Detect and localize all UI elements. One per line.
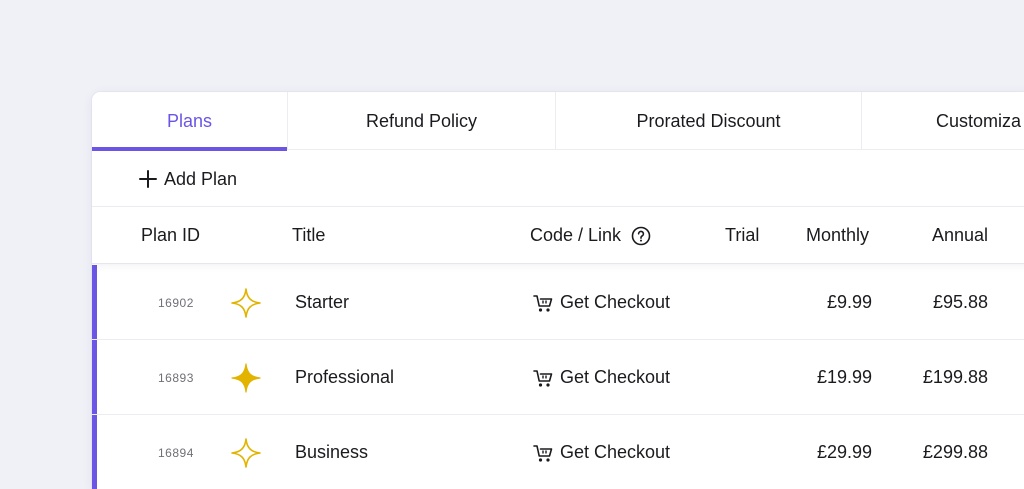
column-header-annual[interactable]: Annual <box>932 207 988 264</box>
plan-title: Business <box>295 442 369 462</box>
sparkle-outline-icon <box>230 265 262 340</box>
plan-id: 16902 <box>158 295 194 310</box>
table-row[interactable]: 16894 Business Get Checkout £29.99 £299.… <box>92 415 1024 489</box>
column-header-code-link-label: Code / Link <box>530 225 622 245</box>
tab-bar: Plans Refund Policy Prorated Discount Cu… <box>92 92 1024 151</box>
cart-icon <box>532 292 554 314</box>
tab-refund-policy[interactable]: Refund Policy <box>288 92 556 150</box>
sparkle-filled-icon <box>230 340 262 415</box>
cart-icon <box>532 367 554 389</box>
plus-icon <box>138 169 158 189</box>
plan-id: 16894 <box>158 445 194 460</box>
get-checkout-label: Get Checkout <box>560 292 671 312</box>
monthly-price: £29.99 <box>816 442 872 462</box>
annual-price: £199.88 <box>922 367 988 387</box>
table-row[interactable]: 16893 Professional Get Checkout £19.99 £… <box>92 340 1024 415</box>
cart-icon <box>532 442 554 464</box>
table-header: Plan ID Title Code / Link Trial Monthly … <box>92 207 1024 264</box>
question-circle-icon[interactable] <box>631 226 651 246</box>
get-checkout-link[interactable]: Get Checkout <box>532 265 670 340</box>
column-header-title[interactable]: Title <box>292 207 325 264</box>
tab-customization[interactable]: Customiza <box>862 92 1024 150</box>
monthly-price: £19.99 <box>816 367 872 387</box>
get-checkout-label: Get Checkout <box>560 442 671 462</box>
plans-panel: Plans Refund Policy Prorated Discount Cu… <box>92 92 1024 489</box>
annual-price: £95.88 <box>932 292 988 312</box>
toolbar: Add Plan <box>92 150 1024 207</box>
plan-title: Professional <box>295 367 395 387</box>
table-row[interactable]: 16902 Starter Get Checkout £9.99 £95.88 <box>92 265 1024 340</box>
add-plan-button[interactable]: Add Plan <box>138 165 237 193</box>
annual-price: £299.88 <box>922 442 988 462</box>
plan-title: Starter <box>295 292 350 312</box>
plan-id: 16893 <box>158 370 194 385</box>
tab-plans[interactable]: Plans <box>92 92 288 151</box>
column-header-code-link[interactable]: Code / Link <box>530 207 651 264</box>
get-checkout-label: Get Checkout <box>560 367 671 387</box>
monthly-price: £9.99 <box>826 292 872 312</box>
sparkle-outline-icon <box>230 415 262 489</box>
get-checkout-link[interactable]: Get Checkout <box>532 415 670 489</box>
get-checkout-link[interactable]: Get Checkout <box>532 340 670 415</box>
add-plan-label: Add Plan <box>164 168 238 189</box>
column-header-plan-id[interactable]: Plan ID <box>141 207 200 264</box>
column-header-monthly[interactable]: Monthly <box>806 207 869 264</box>
column-header-trial[interactable]: Trial <box>725 207 759 264</box>
tab-prorated-discount[interactable]: Prorated Discount <box>556 92 862 150</box>
